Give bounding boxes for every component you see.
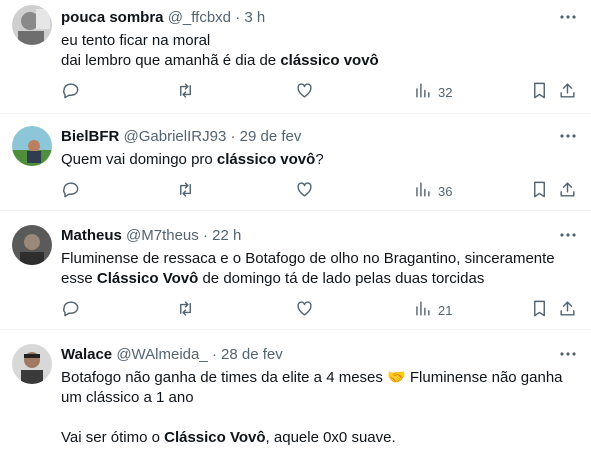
avatar[interactable] [12, 344, 52, 384]
bookmark-button[interactable] [530, 81, 549, 103]
action-bar: 21 [61, 299, 577, 321]
like-icon [295, 81, 314, 103]
text-segment: ? [315, 151, 324, 168]
display-name[interactable]: Matheus [61, 227, 122, 244]
share-icon [558, 180, 577, 202]
avatar[interactable] [12, 225, 52, 265]
bookmark-icon [530, 180, 549, 202]
share-button[interactable] [558, 81, 577, 103]
bookmark-icon [530, 299, 549, 321]
reply-button[interactable] [61, 299, 80, 321]
display-name[interactable]: Walace [61, 346, 112, 363]
timestamp[interactable]: 22 h [212, 227, 241, 244]
views-icon [413, 299, 432, 321]
like-icon [295, 299, 314, 321]
reply-button[interactable] [61, 81, 80, 103]
action-bar: 32 [61, 81, 577, 103]
tweet[interactable]: BielBFR @GabrielIRJ93 · 29 de fev Quem v… [0, 114, 591, 211]
reply-icon [61, 81, 80, 103]
share-icon [558, 299, 577, 321]
bookmark-button[interactable] [530, 299, 549, 321]
views-count: 32 [438, 84, 453, 100]
more-icon[interactable] [559, 8, 577, 31]
retweet-icon [176, 81, 195, 103]
like-button[interactable] [295, 299, 314, 321]
tweet[interactable]: Walace @WAlmeida_ · 28 de fev Botafogo n… [0, 330, 591, 456]
highlighted-text: clássico vovô [216, 151, 316, 168]
separator-dot: · [230, 128, 236, 145]
user-handle[interactable]: @GabrielIRJ93 [124, 128, 227, 145]
highlighted-text: Clássico Vovô [164, 429, 266, 446]
bookmark-icon [530, 81, 549, 103]
tweet-text: eu tento ficar na moral dai lembro que a… [61, 31, 577, 71]
avatar[interactable] [12, 126, 52, 166]
timestamp[interactable]: 28 de fev [221, 346, 283, 363]
retweet-button[interactable] [176, 180, 195, 202]
text-segment: Quem vai domingo pro [61, 151, 217, 168]
tweet-header: BielBFR @GabrielIRJ93 · 29 de fev [61, 127, 579, 147]
share-icon [558, 81, 577, 103]
timestamp[interactable]: 29 de fev [240, 128, 302, 145]
avatar[interactable] [12, 5, 52, 45]
retweet-button[interactable] [176, 299, 195, 321]
separator-dot: · [211, 346, 217, 363]
views-count: 21 [438, 302, 453, 318]
text-segment: , aquele 0x0 suave. [265, 429, 396, 446]
highlighted-text: Clássico Vovô [96, 270, 199, 287]
tweet[interactable]: Matheus @M7theus · 22 h Fluminense de re… [0, 211, 591, 330]
views-count: 36 [438, 183, 453, 199]
tweet-text: Fluminense de ressaca e o Botafogo de ol… [61, 249, 577, 289]
action-bar: 36 [61, 180, 577, 202]
views-icon [413, 81, 432, 103]
tweet-text: Quem vai domingo pro clássico vovô? [61, 150, 577, 170]
tweet-header: pouca sombra @_ffcbxd · 3 h [61, 8, 579, 28]
views-button[interactable]: 32 [413, 81, 452, 103]
user-handle[interactable]: @M7theus [126, 227, 199, 244]
user-handle[interactable]: @_ffcbxd [168, 9, 231, 26]
tweet-header: Matheus @M7theus · 22 h [61, 226, 579, 246]
reply-icon [61, 299, 80, 321]
share-button[interactable] [558, 299, 577, 321]
retweet-icon [176, 180, 195, 202]
like-button[interactable] [295, 81, 314, 103]
display-name[interactable]: BielBFR [61, 128, 119, 145]
tweet[interactable]: pouca sombra @_ffcbxd · 3 h eu tento fic… [0, 0, 591, 114]
highlighted-text: clássico vovô [280, 52, 379, 69]
retweet-button[interactable] [176, 81, 195, 103]
retweet-icon [176, 299, 195, 321]
timestamp[interactable]: 3 h [244, 9, 265, 26]
text-segment: eu tento ficar na moral dai lembro que a… [61, 32, 277, 69]
like-icon [295, 180, 314, 202]
separator-dot: · [202, 227, 208, 244]
views-button[interactable]: 36 [413, 180, 452, 202]
reply-button[interactable] [61, 180, 80, 202]
views-icon [413, 180, 432, 202]
tweet-header: Walace @WAlmeida_ · 28 de fev [61, 345, 579, 365]
separator-dot: · [235, 9, 241, 26]
more-icon[interactable] [559, 345, 577, 368]
share-button[interactable] [558, 180, 577, 202]
bookmark-button[interactable] [530, 180, 549, 202]
display-name[interactable]: pouca sombra [61, 9, 164, 26]
user-handle[interactable]: @WAlmeida_ [116, 346, 207, 363]
reply-icon [61, 180, 80, 202]
more-icon[interactable] [559, 226, 577, 249]
like-button[interactable] [295, 180, 314, 202]
tweet-text: Botafogo não ganha de times da elite a 4… [61, 368, 577, 448]
more-icon[interactable] [559, 127, 577, 150]
views-button[interactable]: 21 [413, 299, 452, 321]
text-segment: de domingo tá de lado pelas duas torcida… [198, 270, 485, 287]
